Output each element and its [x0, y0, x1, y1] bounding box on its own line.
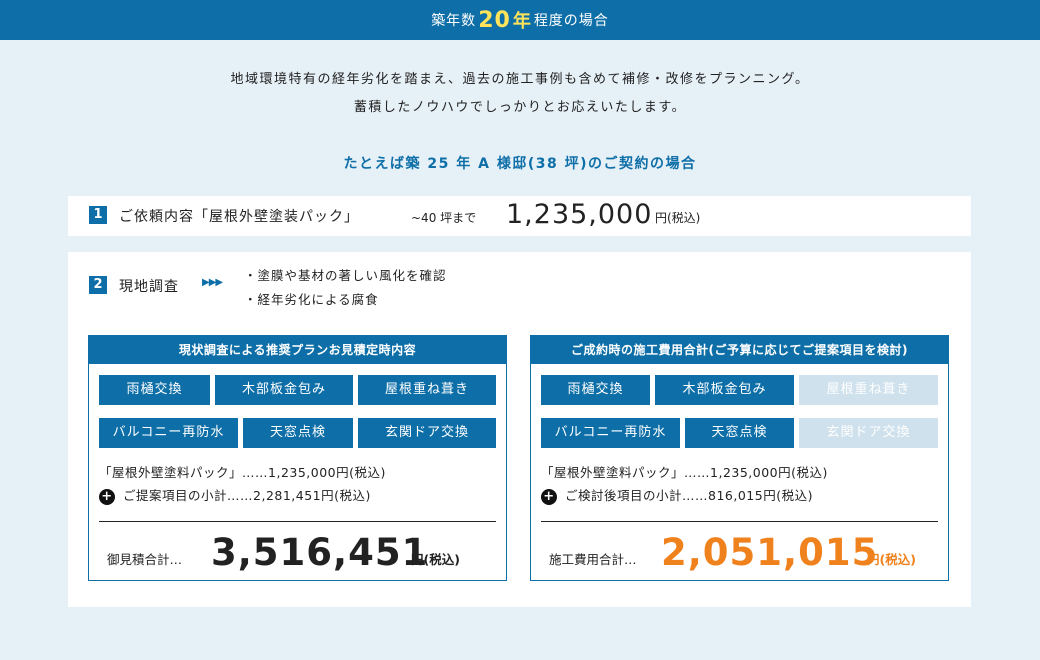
- plus-circle-icon: +: [99, 488, 115, 505]
- tag-item: 玄関ドア交換: [358, 418, 496, 448]
- step-2-survey: 2 現地調査 ▶▶▶ ・塗膜や基材の著しい風化を確認 ・経年劣化による腐食 現状…: [68, 252, 971, 607]
- example-heading: たとえば築 25 年 A 様邸(38 坪)のご契約の場合: [343, 156, 697, 172]
- subtotal-line-name: ご提案項目の小計……: [123, 488, 254, 503]
- tag-item: 天窓点検: [243, 418, 353, 448]
- package-line-tax: 円(税込): [336, 465, 386, 480]
- estimate-total-label: 御見積合計…: [107, 552, 183, 567]
- package-line-name: 「屋根外壁塗料パック」……: [541, 465, 711, 480]
- estimate-total-tax: 円(税込): [411, 552, 460, 567]
- package-line-price: 1,235,000: [268, 465, 337, 480]
- package-line-tax: 円(税込): [778, 465, 828, 480]
- subtotal-line-tax: 円(税込): [763, 488, 813, 503]
- step-2-number: 2: [89, 276, 107, 294]
- tag-item-excluded: 屋根重ね葺き: [799, 375, 938, 405]
- step-1-request: 1 ご依頼内容「屋根外壁塗装パック」 ~40 坪まで 1,235,000 円(税…: [68, 196, 971, 236]
- subtotal-line-name: ご検討後項目の小計……: [565, 488, 709, 503]
- survey-findings: ・塗膜や基材の著しい風化を確認 ・経年劣化による腐食: [244, 264, 447, 312]
- divider: [99, 521, 496, 522]
- intro-text: 地域環境特有の経年劣化を踏まえ、過去の施工事例も含めて補修・改修をプランニング。…: [0, 66, 1040, 122]
- banner-years-unit: 年: [512, 11, 532, 32]
- tag-item: バルコニー再防水: [541, 418, 680, 448]
- tag-item: 天窓点検: [685, 418, 794, 448]
- plus-circle-icon: +: [541, 488, 557, 505]
- package-line: 「屋根外壁塗料パック」……1,235,000円(税込): [99, 462, 386, 481]
- intro-line-2: 蓄積したノウハウでしっかりとお応えいたします。: [353, 100, 687, 115]
- tag-item: 雨樋交換: [541, 375, 650, 405]
- step-1-label: ご依頼内容「屋根外壁塗装パック」: [119, 209, 359, 225]
- header-banner: 築年数 20 年 程度の場合: [0, 0, 1040, 40]
- package-line: 「屋根外壁塗料パック」……1,235,000円(税込): [541, 462, 828, 481]
- package-line-name: 「屋根外壁塗料パック」……: [99, 465, 269, 480]
- subtotal-line: + ご検討後項目の小計……816,015円(税込): [541, 485, 813, 505]
- subtotal-line-price: 2,281,451: [253, 488, 322, 503]
- package-line-price: 1,235,000: [710, 465, 779, 480]
- banner-prefix: 築年数: [431, 13, 477, 29]
- contract-total-tax: 円(税込): [867, 552, 916, 567]
- estimate-total: 3,516,451: [211, 531, 429, 574]
- step-1-size-limit: ~40 坪まで: [411, 211, 477, 225]
- subtotal-line-price: 816,015: [708, 488, 764, 503]
- tag-item: 木部板金包み: [655, 375, 794, 405]
- banner-suffix: 程度の場合: [533, 13, 609, 29]
- step-1-price: 1,235,000: [506, 199, 653, 230]
- subtotal-line-tax: 円(税込): [321, 488, 371, 503]
- contract-total-label: 施工費用合計…: [549, 552, 637, 567]
- intro-line-1: 地域環境特有の経年劣化を踏まえ、過去の施工事例も含めて補修・改修をプランニング。: [230, 72, 810, 87]
- banner-years-number: 20: [478, 7, 511, 33]
- finding-item: ・塗膜や基材の著しい風化を確認: [244, 268, 447, 283]
- finding-item: ・経年劣化による腐食: [244, 292, 379, 307]
- contract-panel: ご成約時の施工費用合計(ご予算に応じてご提案項目を検討) 雨樋交換 木部板金包み…: [530, 335, 949, 581]
- estimate-panel: 現状調査による推奨プランお見積定時内容 雨樋交換 木部板金包み 屋根重ね葺き バ…: [88, 335, 507, 581]
- divider: [541, 521, 938, 522]
- step-1-tax: 円(税込): [655, 211, 701, 225]
- subtotal-line: + ご提案項目の小計……2,281,451円(税込): [99, 485, 371, 505]
- tag-item: バルコニー再防水: [99, 418, 238, 448]
- tag-item: 木部板金包み: [215, 375, 353, 405]
- tag-item: 雨樋交換: [99, 375, 210, 405]
- contract-panel-header: ご成約時の施工費用合計(ご予算に応じてご提案項目を検討): [531, 336, 948, 364]
- contract-total: 2,051,015: [661, 531, 879, 574]
- step-2-label: 現地調査: [119, 279, 179, 295]
- tag-item: 屋根重ね葺き: [358, 375, 496, 405]
- step-1-number: 1: [89, 206, 107, 224]
- estimate-panel-header: 現状調査による推奨プランお見積定時内容: [89, 336, 506, 364]
- triple-arrow-icon: ▶▶▶: [202, 277, 223, 288]
- tag-item-excluded: 玄関ドア交換: [799, 418, 938, 448]
